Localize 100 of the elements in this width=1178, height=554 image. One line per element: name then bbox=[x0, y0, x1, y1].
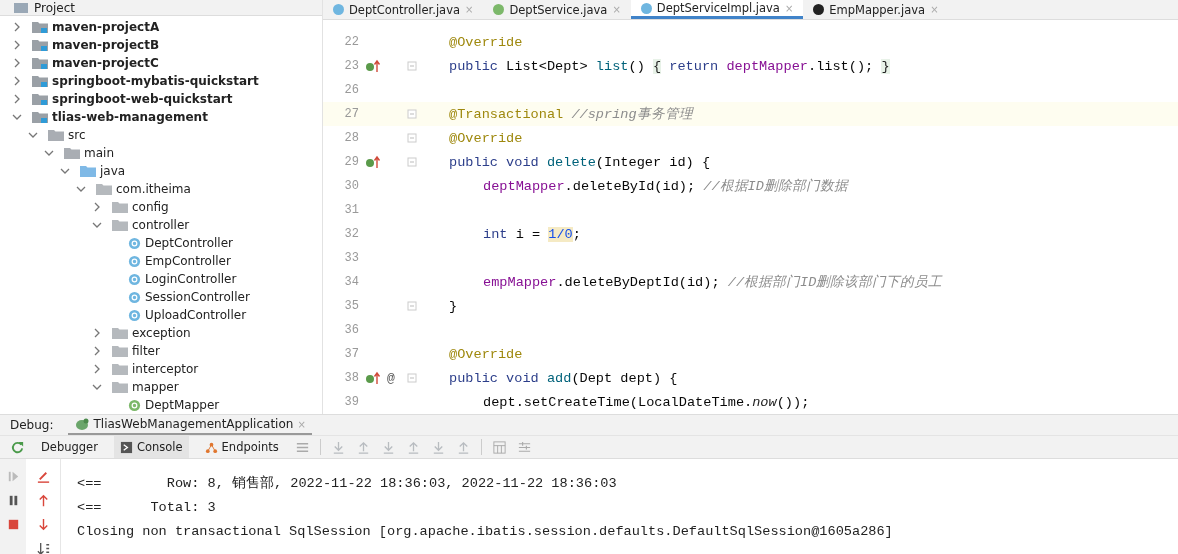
chevron-right-icon[interactable] bbox=[12, 58, 22, 68]
code-line: @Override bbox=[449, 34, 523, 50]
editor-tab[interactable]: DeptController.java × bbox=[323, 0, 484, 19]
code-line: public void add(Dept dept) { bbox=[449, 370, 678, 386]
tree-item[interactable]: maven-projectB bbox=[0, 36, 160, 54]
chevron-right-icon[interactable] bbox=[12, 40, 22, 50]
code-line: @Override bbox=[449, 346, 523, 362]
tree-item[interactable]: exception bbox=[0, 324, 191, 342]
code-line: empMapper.deleteByDeptId(id); //根据部门ID删除该部门下的员工 bbox=[482, 273, 943, 291]
folder-icon bbox=[112, 381, 128, 393]
chevron-down-icon[interactable] bbox=[92, 382, 102, 392]
line-number: 23 bbox=[343, 59, 359, 73]
tree-item[interactable]: main bbox=[0, 144, 114, 162]
line-number: 22 bbox=[343, 35, 359, 49]
line-number: 31 bbox=[343, 203, 359, 217]
tree-item[interactable]: interceptor bbox=[0, 360, 199, 378]
tree-item[interactable]: com.itheima bbox=[0, 180, 191, 198]
class-icon bbox=[128, 290, 141, 304]
bug-icon bbox=[73, 417, 90, 431]
line-number: 29 bbox=[343, 155, 359, 169]
tree-item[interactable]: src bbox=[0, 126, 86, 144]
tree-item[interactable]: config bbox=[0, 198, 169, 216]
chevron-right-icon[interactable] bbox=[12, 22, 22, 32]
sort-icon[interactable] bbox=[35, 541, 51, 554]
tree-item[interactable]: LoginController bbox=[0, 270, 237, 288]
chevron-down-icon[interactable] bbox=[92, 220, 102, 230]
editor-tab[interactable]: DeptService.java × bbox=[483, 0, 631, 19]
debug-tab[interactable]: Endpoints bbox=[198, 436, 285, 458]
line-number: 28 bbox=[343, 131, 359, 145]
debug-tab[interactable]: Debugger bbox=[35, 436, 104, 458]
panel-title[interactable]: Project bbox=[34, 0, 76, 15]
code-line: deptMapper.deleteById(id); //根据ID删除部门数据 bbox=[482, 177, 848, 195]
tree-item[interactable]: DeptController bbox=[0, 234, 233, 252]
folder-icon bbox=[112, 327, 128, 339]
chevron-right-icon[interactable] bbox=[12, 76, 22, 86]
folder-icon bbox=[112, 201, 128, 213]
tree-item[interactable]: filter bbox=[0, 342, 160, 360]
editor-tab[interactable]: DeptServiceImpl.java × bbox=[630, 0, 804, 19]
tree-item[interactable]: SessionController bbox=[0, 288, 250, 306]
class-icon bbox=[128, 272, 141, 286]
code-line: public void delete(Integer id) { bbox=[449, 154, 711, 170]
folder-icon bbox=[48, 129, 64, 141]
chevron-down-icon[interactable] bbox=[44, 148, 54, 158]
console-icon bbox=[119, 440, 133, 454]
line-number: 35 bbox=[343, 299, 359, 313]
tree-item[interactable]: tlias-web-management bbox=[0, 108, 208, 126]
tree-item[interactable]: maven-projectA bbox=[0, 18, 160, 36]
chevron-down-icon[interactable] bbox=[12, 112, 22, 122]
chevron-right-icon[interactable] bbox=[92, 328, 102, 338]
implements-marker-icon[interactable] bbox=[365, 59, 381, 73]
code-line: @Transactional //spring事务管理 bbox=[449, 105, 693, 123]
console-line: <== Total: 3 bbox=[77, 499, 217, 517]
code-line: } bbox=[449, 298, 458, 314]
code-line: dept.setCreateTime(LocalDateTime.now()); bbox=[482, 394, 810, 410]
tree-item[interactable]: controller bbox=[0, 216, 190, 234]
debug-tab[interactable]: Console bbox=[113, 436, 189, 458]
tree-item[interactable]: springboot-web-quickstart bbox=[0, 90, 233, 108]
line-number: 27 bbox=[343, 107, 359, 121]
line-number: 39 bbox=[343, 395, 359, 409]
implements-marker-icon[interactable] bbox=[365, 155, 381, 169]
chevron-right-icon[interactable] bbox=[92, 346, 102, 356]
tree-item[interactable]: UploadController bbox=[0, 306, 247, 324]
code-line: int i = 1/0; bbox=[482, 226, 581, 242]
folder-icon bbox=[80, 165, 96, 177]
folder-icon bbox=[32, 111, 48, 123]
class-icon bbox=[128, 308, 141, 322]
tree-item[interactable]: java bbox=[0, 162, 126, 180]
tree-item[interactable]: DeptMapper bbox=[0, 396, 220, 414]
code-line: public List<Dept> list() { return deptMapper.list(); } bbox=[449, 58, 890, 74]
editor-tab[interactable]: EmpMapper.java × bbox=[803, 0, 949, 19]
folder-icon bbox=[64, 147, 80, 159]
class-icon bbox=[128, 236, 141, 250]
folder-icon bbox=[14, 2, 28, 13]
folder-icon bbox=[112, 363, 128, 375]
implements-marker-icon[interactable] bbox=[365, 371, 381, 385]
tree-item[interactable]: maven-projectC bbox=[0, 54, 159, 72]
chevron-down-icon[interactable] bbox=[60, 166, 70, 176]
annotation-marker[interactable]: @ bbox=[387, 370, 395, 386]
line-number: 38 bbox=[343, 371, 359, 385]
tree-item[interactable]: springboot-mybatis-quickstart bbox=[0, 72, 259, 90]
folder-icon bbox=[32, 21, 48, 33]
folder-icon bbox=[32, 75, 48, 87]
tree-item[interactable]: EmpController bbox=[0, 252, 231, 270]
line-number: 33 bbox=[343, 251, 359, 265]
clear-icon[interactable] bbox=[35, 469, 51, 484]
chevron-right-icon[interactable] bbox=[92, 364, 102, 374]
rerun-icon[interactable] bbox=[10, 439, 25, 455]
line-number: 37 bbox=[343, 347, 359, 361]
tree-item[interactable]: mapper bbox=[0, 378, 179, 396]
chevron-right-icon[interactable] bbox=[92, 202, 102, 212]
folder-icon bbox=[96, 183, 112, 195]
chevron-down-icon[interactable] bbox=[28, 130, 38, 140]
folder-icon bbox=[32, 93, 48, 105]
chevron-down-icon[interactable] bbox=[76, 184, 86, 194]
panel-title: Debug: bbox=[10, 418, 54, 432]
console-line: Closing non transactional SqlSession [org.apache.ibatis.session.defaults.DefaultSqlSession@1605a286] bbox=[77, 523, 893, 541]
line-number: 30 bbox=[343, 179, 359, 193]
folder-icon bbox=[32, 57, 48, 69]
chevron-right-icon[interactable] bbox=[12, 94, 22, 104]
folder-icon bbox=[112, 345, 128, 357]
